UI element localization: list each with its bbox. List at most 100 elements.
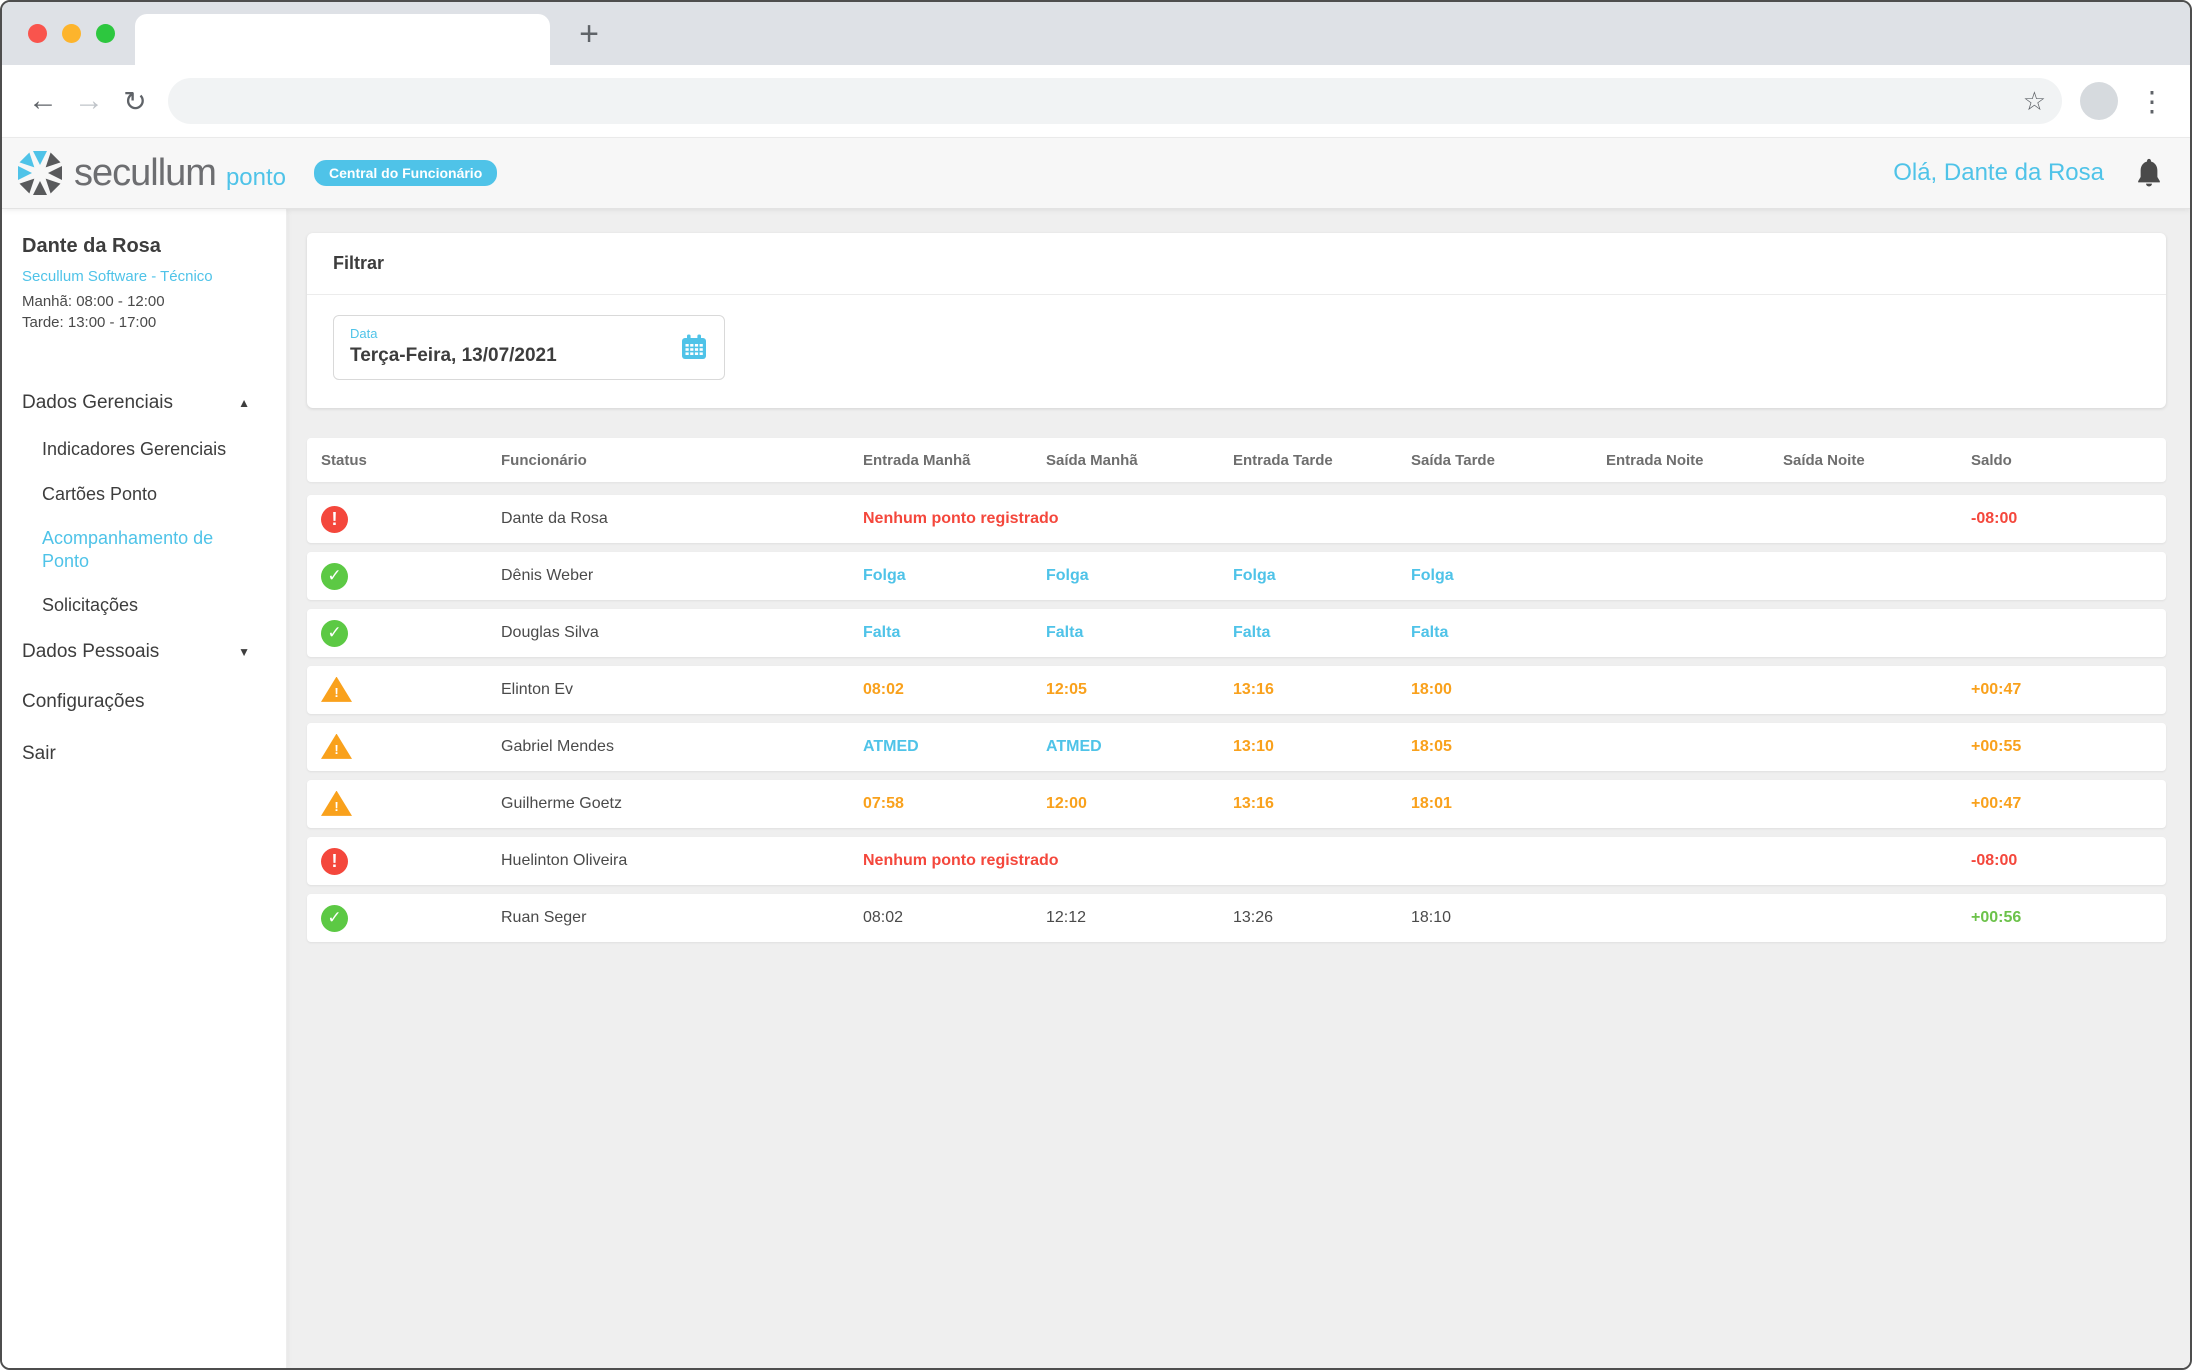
attendance-row[interactable]: ! Huelinton Oliveira Nenhum ponto regist… [307, 837, 2166, 885]
browser-profile-avatar[interactable] [2080, 82, 2118, 120]
col-header-saida-noite: Saída Noite [1775, 452, 1963, 469]
chevron-down-icon: ▼ [238, 645, 250, 659]
browser-tab[interactable] [135, 14, 550, 65]
page-body: Dante da Rosa Secullum Software - Técnic… [2, 209, 2190, 1368]
back-arrow-icon[interactable]: ← [20, 84, 66, 118]
check-circle-icon: ✓ [321, 563, 348, 590]
entrada-tarde-value: Folga [1225, 567, 1403, 585]
entrada-manha-value: Falta [855, 624, 1038, 642]
employee-name: Douglas Silva [493, 624, 855, 642]
window-controls [28, 24, 115, 43]
date-field-label: Data [350, 326, 557, 341]
browser-tab-strip: + [2, 2, 2190, 65]
sidebar-item-sair[interactable]: Sair [22, 728, 286, 780]
attendance-row[interactable]: ✓ Dênis Weber Folga Folga Folga Folga [307, 552, 2166, 600]
saida-manha-value: ATMED [1038, 738, 1225, 756]
minimize-window-button[interactable] [62, 24, 81, 43]
sidebar-item-cartoes-ponto[interactable]: Cartões Ponto [22, 472, 286, 517]
employee-name: Dante da Rosa [493, 510, 855, 528]
brand-name: secullum [74, 152, 216, 195]
employee-name: Ruan Seger [493, 909, 855, 927]
attendance-row[interactable]: ! Guilherme Goetz 07:58 12:00 13:16 18:0… [307, 780, 2166, 828]
entrada-manha-value: 08:02 [855, 681, 1038, 699]
sidebar-item-indicadores-gerenciais[interactable]: Indicadores Gerenciais [22, 427, 286, 472]
attendance-table-header: Status Funcionário Entrada Manhã Saída M… [307, 438, 2166, 482]
employee-name: Gabriel Mendes [493, 738, 855, 756]
saldo-value: -08:00 [1963, 852, 2166, 870]
saldo-value: +00:56 [1963, 909, 2166, 927]
secullum-starburst-logo-icon [16, 149, 64, 197]
entrada-manha-value: Nenhum ponto registrado [855, 852, 1038, 870]
saida-manha-value: 12:12 [1038, 909, 1225, 927]
saida-tarde-value: 18:01 [1403, 795, 1598, 813]
close-window-button[interactable] [28, 24, 47, 43]
entrada-manha-value: 07:58 [855, 795, 1038, 813]
main-content: Filtrar Data Terça-Feira, 13/07/2021 [287, 209, 2190, 1368]
attendance-row[interactable]: ! Dante da Rosa Nenhum ponto registrado … [307, 495, 2166, 543]
saldo-value: -08:00 [1963, 510, 2166, 528]
bell-icon[interactable] [2134, 157, 2164, 189]
employee-name: Elinton Ev [493, 681, 855, 699]
employee-name: Huelinton Oliveira [493, 852, 855, 870]
col-header-funcionario: Funcionário [493, 452, 855, 469]
alert-circle-icon: ! [321, 506, 348, 533]
maximize-window-button[interactable] [96, 24, 115, 43]
col-header-saida-tarde: Saída Tarde [1403, 452, 1598, 469]
app-header: secullum ponto Central do Funcionário Ol… [2, 138, 2190, 209]
saida-tarde-value: 18:05 [1403, 738, 1598, 756]
warning-triangle-icon: ! [321, 734, 352, 761]
col-header-entrada-tarde: Entrada Tarde [1225, 452, 1403, 469]
browser-toolbar: ← → ↻ ☆ ⋮ [2, 65, 2190, 138]
address-bar[interactable]: ☆ [168, 78, 2062, 124]
sidebar-item-solicitacoes[interactable]: Solicitações [22, 583, 286, 628]
sidebar: Dante da Rosa Secullum Software - Técnic… [2, 209, 287, 1368]
filter-title: Filtrar [307, 233, 2166, 295]
check-circle-icon: ✓ [321, 620, 348, 647]
sidebar-item-dados-gerenciais[interactable]: Dados Gerenciais ▲ [22, 379, 250, 427]
saida-manha-value: Folga [1038, 567, 1225, 585]
entrada-manha-value: ATMED [855, 738, 1038, 756]
attendance-row[interactable]: ! Gabriel Mendes ATMED ATMED 13:10 18:05… [307, 723, 2166, 771]
date-picker-field[interactable]: Data Terça-Feira, 13/07/2021 [333, 315, 725, 380]
sidebar-menu: Dados Gerenciais ▲ Indicadores Gerenciai… [22, 379, 286, 780]
entrada-tarde-value: 13:26 [1225, 909, 1403, 927]
sidebar-item-dados-pessoais[interactable]: Dados Pessoais ▼ [22, 628, 250, 676]
entrada-tarde-value: 13:16 [1225, 795, 1403, 813]
saldo-value: +00:47 [1963, 681, 2166, 699]
attendance-row[interactable]: ! Elinton Ev 08:02 12:05 13:16 18:00 +00… [307, 666, 2166, 714]
date-field-value: Terça-Feira, 13/07/2021 [350, 345, 557, 367]
entrada-manha-value: Nenhum ponto registrado [855, 510, 1038, 528]
chevron-up-icon: ▲ [238, 396, 250, 410]
saldo-value: +00:55 [1963, 738, 2166, 756]
sidebar-user-role: Secullum Software - Técnico [22, 268, 286, 285]
entrada-manha-value: Folga [855, 567, 1038, 585]
sidebar-item-configuracoes[interactable]: Configurações [22, 676, 286, 728]
central-funcionario-badge: Central do Funcionário [314, 160, 497, 186]
saida-tarde-value: 18:00 [1403, 681, 1598, 699]
saida-manha-value: 12:00 [1038, 795, 1225, 813]
attendance-row[interactable]: ✓ Douglas Silva Falta Falta Falta Falta [307, 609, 2166, 657]
saida-tarde-value: 18:10 [1403, 909, 1598, 927]
reload-icon[interactable]: ↻ [112, 85, 158, 118]
product-name: ponto [226, 154, 286, 192]
forward-arrow-icon[interactable]: → [66, 84, 112, 118]
col-header-saida-manha: Saída Manhã [1038, 452, 1225, 469]
entrada-manha-value: 08:02 [855, 909, 1038, 927]
attendance-row[interactable]: ✓ Ruan Seger 08:02 12:12 13:26 18:10 +00… [307, 894, 2166, 942]
warning-triangle-icon: ! [321, 677, 352, 704]
col-header-entrada-manha: Entrada Manhã [855, 452, 1038, 469]
kebab-menu-icon[interactable]: ⋮ [2138, 85, 2166, 118]
sidebar-shift-morning: Manhã: 08:00 - 12:00 [22, 291, 286, 312]
calendar-icon[interactable] [680, 333, 708, 361]
bookmark-star-icon[interactable]: ☆ [2023, 86, 2046, 117]
employee-name: Guilherme Goetz [493, 795, 855, 813]
user-greeting-link[interactable]: Olá, Dante da Rosa [1893, 159, 2104, 187]
sidebar-item-label: Dados Gerenciais [22, 392, 173, 414]
sidebar-item-acompanhamento-de-ponto[interactable]: Acompanhamento de Ponto [22, 516, 222, 583]
new-tab-button[interactable]: + [567, 12, 611, 56]
col-header-status: Status [307, 452, 493, 469]
sidebar-item-label: Dados Pessoais [22, 641, 159, 663]
col-header-saldo: Saldo [1963, 452, 2166, 469]
saldo-value: +00:47 [1963, 795, 2166, 813]
filter-card: Filtrar Data Terça-Feira, 13/07/2021 [307, 233, 2166, 408]
